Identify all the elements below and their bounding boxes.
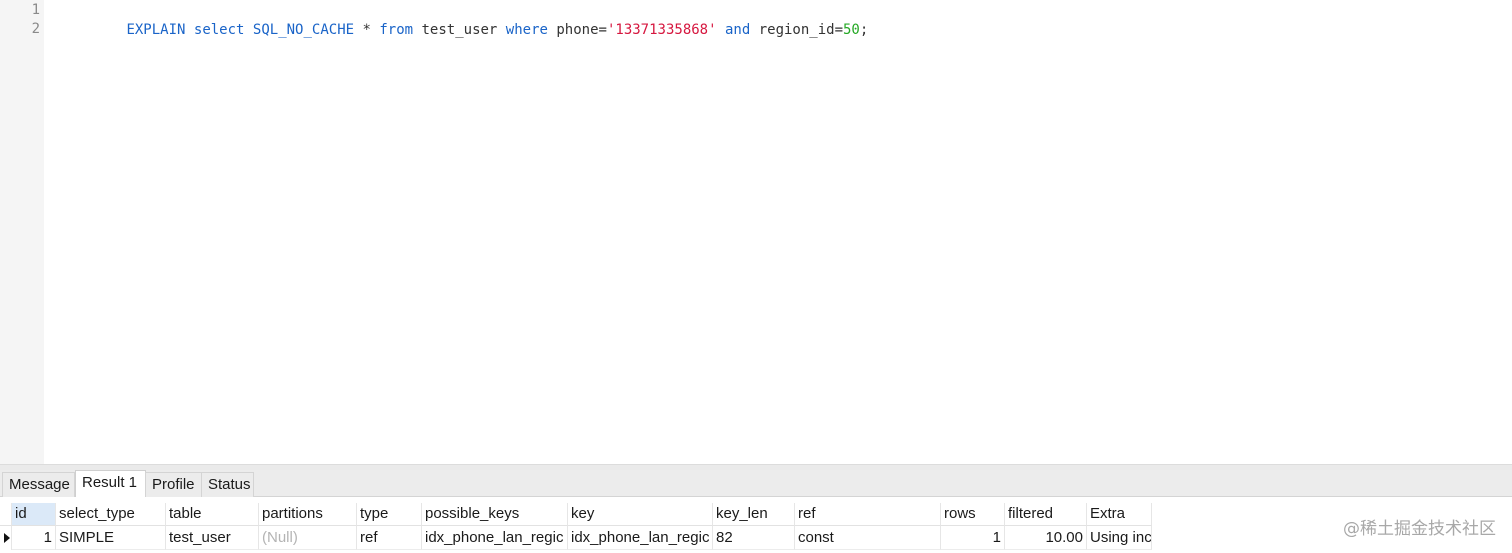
column-header-key[interactable]: key: [568, 503, 713, 526]
tab-profile[interactable]: Profile: [145, 472, 202, 497]
column-header-ref[interactable]: ref: [795, 503, 941, 526]
grid-header-row: id select_type table partitions type pos…: [0, 503, 1152, 526]
column-header-rows[interactable]: rows: [941, 503, 1005, 526]
row-indicator[interactable]: [0, 526, 12, 550]
cell-id[interactable]: 1: [12, 526, 56, 550]
token-select: select: [193, 22, 245, 38]
column-header-partitions[interactable]: partitions: [259, 503, 357, 526]
column-header-select-type[interactable]: select_type: [56, 503, 166, 526]
current-row-arrow-icon: [4, 533, 10, 543]
token-region-eq: region_id=: [750, 22, 843, 38]
tab-message[interactable]: Message: [2, 472, 75, 497]
cell-select-type[interactable]: SIMPLE: [56, 526, 166, 550]
sql-editor[interactable]: 1 2 EXPLAIN select SQL_NO_CACHE * from t…: [0, 0, 1512, 464]
column-header-filtered[interactable]: filtered: [1005, 503, 1087, 526]
token-where: where: [505, 22, 548, 38]
code-area[interactable]: EXPLAIN select SQL_NO_CACHE * from test_…: [44, 0, 1512, 464]
cell-key-len[interactable]: 82: [713, 526, 795, 550]
watermark: @稀土掘金技术社区: [1343, 519, 1496, 539]
line-number-2: 2: [31, 21, 40, 37]
token-semicolon: ;: [859, 22, 869, 38]
cell-ref[interactable]: const: [795, 526, 941, 550]
token-and: and: [724, 22, 751, 38]
cell-rows[interactable]: 1: [941, 526, 1005, 550]
cell-partitions[interactable]: (Null): [259, 526, 357, 550]
column-header-possible-keys[interactable]: possible_keys: [422, 503, 568, 526]
cell-filtered[interactable]: 10.00: [1005, 526, 1087, 550]
line-number-1: 1: [31, 2, 40, 18]
sql-query-window: 1 2 EXPLAIN select SQL_NO_CACHE * from t…: [0, 0, 1512, 553]
cell-possible-keys[interactable]: idx_phone_lan_regic: [422, 526, 568, 550]
tab-result-1[interactable]: Result 1: [75, 470, 146, 497]
token-sql-no-cache: SQL_NO_CACHE: [252, 22, 355, 38]
token-star: *: [354, 22, 380, 38]
query-line-1[interactable]: EXPLAIN select SQL_NO_CACHE * from test_…: [59, 0, 868, 60]
grid-corner[interactable]: [0, 503, 12, 526]
tab-status[interactable]: Status: [201, 472, 254, 497]
column-header-table[interactable]: table: [166, 503, 259, 526]
token-from: from: [379, 22, 414, 38]
token-region-value: 50: [843, 22, 860, 38]
column-header-key-len[interactable]: key_len: [713, 503, 795, 526]
token-explain: EXPLAIN: [126, 22, 186, 38]
token-table-name: test_user: [413, 22, 506, 38]
cell-key[interactable]: idx_phone_lan_regic: [568, 526, 713, 550]
result-tab-bar: Message Result 1 Profile Status: [0, 470, 1512, 497]
cell-table[interactable]: test_user: [166, 526, 259, 550]
token-phone-value: '13371335868': [606, 22, 717, 38]
cell-extra[interactable]: Using inc: [1087, 526, 1152, 550]
column-header-extra[interactable]: Extra: [1087, 503, 1152, 526]
token-phone-eq: phone=: [547, 22, 607, 38]
line-number-gutter: 1 2: [0, 0, 44, 464]
column-header-id[interactable]: id: [12, 503, 56, 526]
result-grid: id select_type table partitions type pos…: [0, 497, 1512, 553]
table-row[interactable]: 1 SIMPLE test_user (Null) ref idx_phone_…: [0, 526, 1152, 550]
cell-type[interactable]: ref: [357, 526, 422, 550]
column-header-type[interactable]: type: [357, 503, 422, 526]
